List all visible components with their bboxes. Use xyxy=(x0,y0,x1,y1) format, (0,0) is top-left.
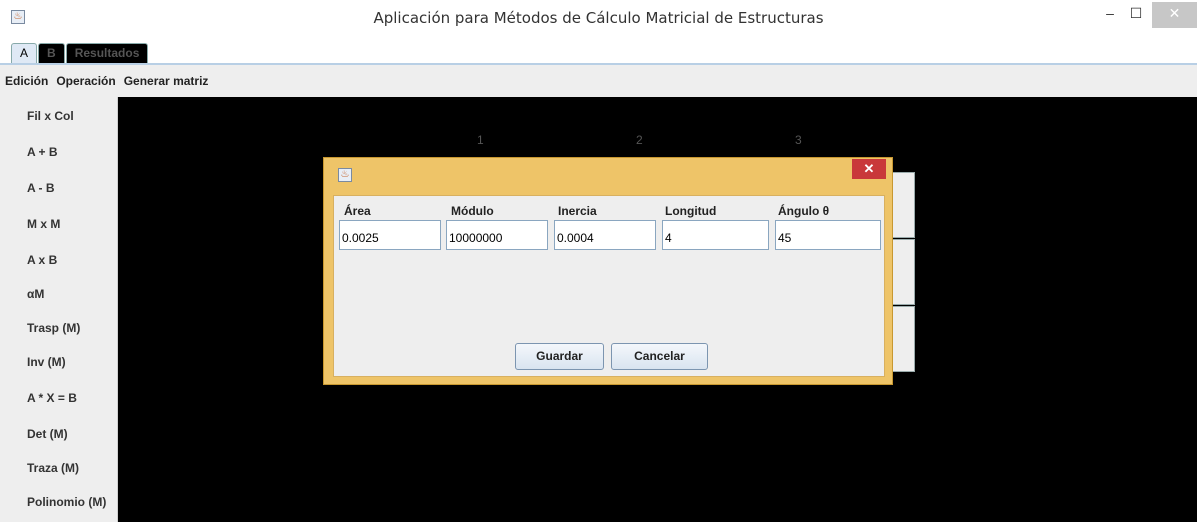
angulo-label: Ángulo θ xyxy=(778,204,830,218)
fil-x-col-button[interactable]: Fil x Col xyxy=(27,109,74,123)
menu-generar-matriz[interactable]: Generar matriz xyxy=(120,74,212,88)
m-x-m-button[interactable]: M x M xyxy=(27,217,60,231)
column-header: 1 xyxy=(477,133,484,147)
save-button[interactable]: Guardar xyxy=(515,343,604,370)
longitud-label: Longitud xyxy=(665,204,717,218)
solve-system-button[interactable]: A * X = B xyxy=(27,391,77,405)
cancel-button[interactable]: Cancelar xyxy=(611,343,708,370)
modulo-label: Módulo xyxy=(451,204,494,218)
properties-dialog: ♨ ✕ Área Módulo Inercia Longitud Ángulo … xyxy=(323,157,893,385)
modulo-field[interactable] xyxy=(446,220,548,250)
tab-b[interactable]: B xyxy=(38,43,65,63)
window-title: Aplicación para Métodos de Cálculo Matri… xyxy=(373,9,824,27)
inercia-field[interactable] xyxy=(554,220,656,250)
add-button[interactable]: A + B xyxy=(27,145,58,159)
tab-resultados[interactable]: Resultados xyxy=(65,43,149,63)
menu-edicion[interactable]: Edición xyxy=(1,74,51,88)
determinant-button[interactable]: Det (M) xyxy=(27,427,68,441)
inercia-label: Inercia xyxy=(558,204,597,218)
dialog-close-button[interactable]: ✕ xyxy=(852,159,886,179)
java-cup-icon[interactable]: ♨ xyxy=(338,168,352,182)
longitud-field[interactable] xyxy=(662,220,769,250)
maximize-button[interactable]: ☐ xyxy=(1123,2,1149,28)
dialog-content: Área Módulo Inercia Longitud Ángulo θ Gu… xyxy=(333,195,885,377)
close-button[interactable]: ✕ xyxy=(1152,2,1197,28)
area-field[interactable] xyxy=(339,220,441,250)
subtract-button[interactable]: A - B xyxy=(27,181,55,195)
window-titlebar: ♨ Aplicación para Métodos de Cálculo Mat… xyxy=(0,0,1197,40)
operations-sidebar: Fil x Col A + B A - B M x M A x B αM Tra… xyxy=(0,97,118,522)
trace-button[interactable]: Traza (M) xyxy=(27,461,79,475)
inverse-button[interactable]: Inv (M) xyxy=(27,355,66,369)
minimize-button[interactable]: – xyxy=(1097,2,1123,28)
transpose-button[interactable]: Trasp (M) xyxy=(27,321,80,335)
area-label: Área xyxy=(344,204,371,218)
polynomial-button[interactable]: Polinomio (M) xyxy=(27,495,106,509)
scalar-multiply-button[interactable]: αM xyxy=(27,287,44,301)
tab-a[interactable]: A xyxy=(11,43,38,63)
column-header: 2 xyxy=(636,133,643,147)
angulo-field[interactable] xyxy=(775,220,881,250)
menu-operacion[interactable]: Operación xyxy=(52,74,118,88)
multiply-button[interactable]: A x B xyxy=(27,253,57,267)
column-header: 3 xyxy=(795,133,802,147)
matrix-tabs: A B Resultados xyxy=(11,43,149,64)
menu-bar: Edición Operación Generar matriz xyxy=(0,65,1197,97)
